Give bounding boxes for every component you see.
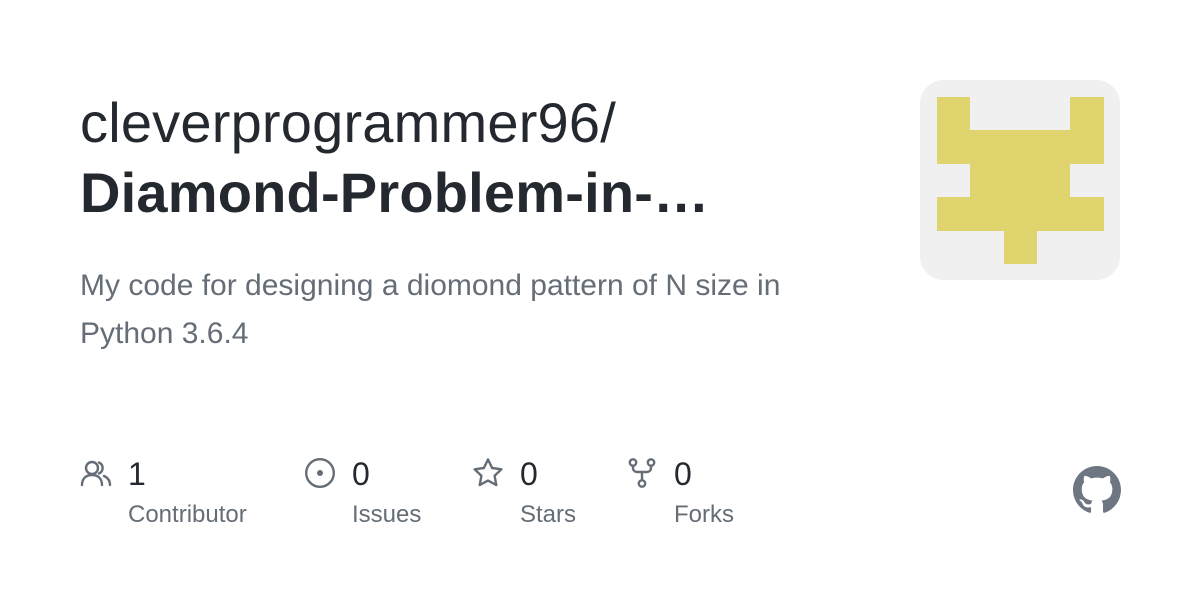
issues-icon — [304, 457, 336, 489]
stars-count: 0 — [520, 456, 538, 492]
fork-icon — [628, 458, 656, 488]
issues-count: 0 — [352, 456, 370, 492]
contributors-icon — [80, 460, 112, 487]
repo-title: cleverprogrammer96/ Diamond-Problem-in-… — [80, 88, 840, 228]
issues-label: Issues — [352, 501, 422, 528]
repo-name[interactable]: Diamond-Problem-in-… — [80, 158, 840, 228]
repo-owner[interactable]: cleverprogrammer96/ — [80, 88, 840, 158]
star-icon — [473, 458, 503, 487]
stars-label: Stars — [520, 501, 577, 528]
owner-avatar — [920, 80, 1120, 280]
github-mark-icon[interactable] — [1073, 466, 1121, 514]
contributors-label: Contributor — [128, 501, 247, 528]
identicon-image — [920, 80, 1120, 280]
forks-count: 0 — [674, 456, 692, 492]
repo-description: My code for designing a diomond pattern … — [80, 269, 781, 350]
contributors-count: 1 — [128, 456, 146, 492]
forks-label: Forks — [674, 501, 734, 528]
